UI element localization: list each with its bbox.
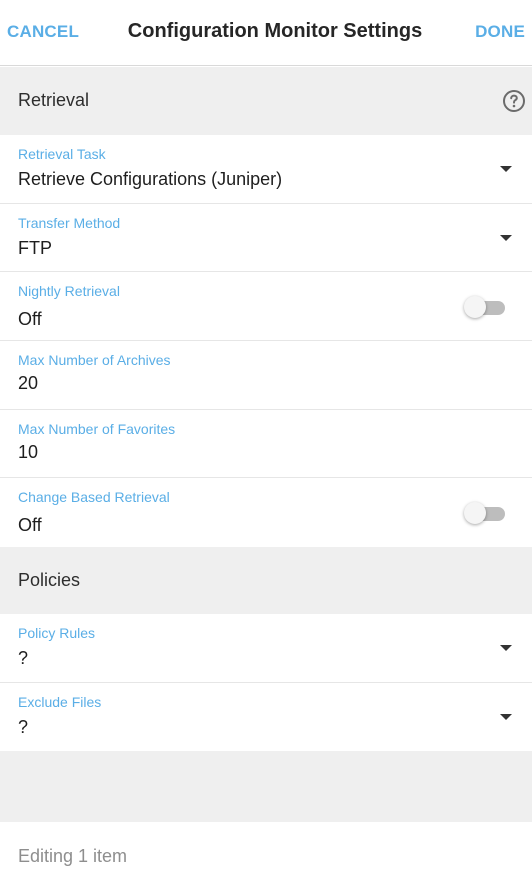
exclude-files-select[interactable]: Exclude Files ? bbox=[0, 683, 532, 751]
max-archives-field[interactable]: Max Number of Archives 20 bbox=[0, 341, 532, 410]
help-circle-icon[interactable] bbox=[502, 89, 526, 113]
nightly-retrieval-row: Nightly Retrieval Off bbox=[0, 272, 532, 341]
change-based-retrieval-toggle[interactable] bbox=[464, 502, 507, 524]
caret-down-icon[interactable] bbox=[500, 235, 512, 241]
change-based-retrieval-value: Off bbox=[18, 515, 42, 535]
section-header-policies: Policies bbox=[0, 547, 532, 614]
section-title-retrieval: Retrieval bbox=[18, 90, 90, 110]
policy-rules-label: Policy Rules bbox=[18, 625, 96, 641]
nightly-retrieval-toggle[interactable] bbox=[464, 296, 507, 318]
change-based-retrieval-row: Change Based Retrieval Off bbox=[0, 478, 532, 547]
caret-down-icon[interactable] bbox=[500, 714, 512, 720]
max-archives-label: Max Number of Archives bbox=[18, 352, 171, 368]
policy-rules-select[interactable]: Policy Rules ? bbox=[0, 614, 532, 683]
bottom-spacer bbox=[0, 751, 532, 822]
editing-status-text: Editing 1 item bbox=[18, 846, 128, 866]
max-favorites-value[interactable]: 10 bbox=[18, 442, 38, 463]
change-based-retrieval-label: Change Based Retrieval bbox=[18, 489, 170, 505]
max-archives-value[interactable]: 20 bbox=[18, 373, 38, 394]
status-bar: Editing 1 item bbox=[0, 822, 532, 886]
nightly-retrieval-label: Nightly Retrieval bbox=[18, 283, 120, 299]
transfer-method-value: FTP bbox=[18, 238, 52, 258]
transfer-method-select[interactable]: Transfer Method FTP bbox=[0, 204, 532, 272]
nightly-retrieval-value: Off bbox=[18, 309, 42, 329]
max-favorites-field[interactable]: Max Number of Favorites 10 bbox=[0, 410, 532, 478]
section-header-retrieval: Retrieval bbox=[0, 67, 532, 135]
exclude-files-value: ? bbox=[18, 717, 29, 737]
toggle-knob bbox=[464, 502, 486, 524]
done-button[interactable]: DONE bbox=[475, 22, 525, 42]
transfer-method-label: Transfer Method bbox=[18, 215, 121, 231]
section-title-policies: Policies bbox=[18, 570, 81, 590]
max-favorites-label: Max Number of Favorites bbox=[18, 421, 176, 437]
top-bar: CANCEL Configuration Monitor Settings DO… bbox=[0, 0, 532, 66]
page-title: Configuration Monitor Settings bbox=[127, 20, 423, 42]
policy-rules-value: ? bbox=[18, 648, 29, 668]
caret-down-icon[interactable] bbox=[500, 166, 512, 172]
toggle-knob bbox=[464, 296, 486, 318]
caret-down-icon[interactable] bbox=[500, 645, 512, 651]
exclude-files-label: Exclude Files bbox=[18, 694, 102, 710]
retrieval-task-label: Retrieval Task bbox=[18, 146, 106, 162]
retrieval-task-value: Retrieve Configurations (Juniper) bbox=[18, 169, 283, 189]
retrieval-task-select[interactable]: Retrieval Task Retrieve Configurations (… bbox=[0, 135, 532, 204]
